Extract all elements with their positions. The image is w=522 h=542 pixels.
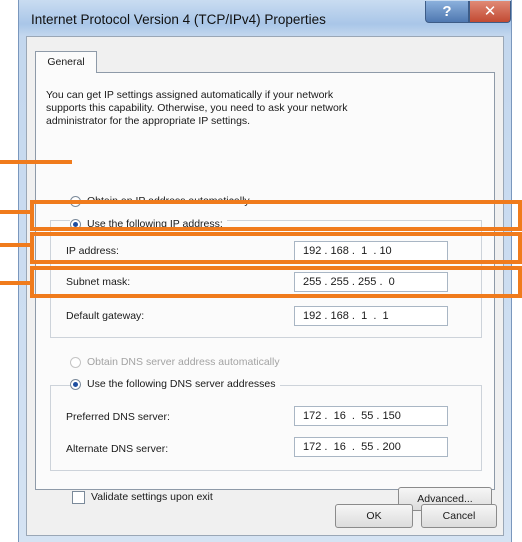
title-bar[interactable]: Internet Protocol Version 4 (TCP/IPv4) P… xyxy=(19,0,511,36)
alternate-dns-label: Alternate DNS server: xyxy=(66,443,169,455)
obtain-dns-auto-radio[interactable] xyxy=(70,356,81,368)
validate-label: Validate settings upon exit xyxy=(91,491,213,503)
ip-address-highlight xyxy=(30,200,522,231)
default-gateway-input[interactable]: 192 . 168 . 1 . 1 xyxy=(294,306,448,326)
validate-checkbox[interactable] xyxy=(72,491,85,504)
use-following-dns-label: Use the following DNS server addresses xyxy=(87,378,276,390)
window-title: Internet Protocol Version 4 (TCP/IPv4) P… xyxy=(31,12,326,27)
preferred-dns-input[interactable]: 172 . 16 . 55 . 150 xyxy=(294,406,448,426)
use-following-dns-option[interactable]: Use the following DNS server addresses xyxy=(70,378,280,390)
alternate-dns-input[interactable]: 172 . 16 . 55 . 200 xyxy=(294,437,448,457)
cancel-button[interactable]: Cancel xyxy=(421,504,497,528)
use-following-dns-radio[interactable] xyxy=(70,378,81,390)
ip-address-pointer-line xyxy=(0,210,30,214)
intro-text: You can get IP settings assigned automat… xyxy=(46,89,348,127)
tab-general[interactable]: General xyxy=(35,51,97,73)
subnet-mask-highlight xyxy=(30,232,522,264)
default-gateway-highlight xyxy=(30,266,522,298)
obtain-dns-auto-label: Obtain DNS server address automatically xyxy=(87,356,280,368)
obtain-auto-pointer-line xyxy=(0,160,72,164)
dns-server-group xyxy=(50,385,482,471)
close-button[interactable]: ✕ xyxy=(469,1,511,23)
ok-button[interactable]: OK xyxy=(335,504,413,528)
subnet-mask-pointer-line xyxy=(0,243,30,247)
default-gateway-label: Default gateway: xyxy=(66,310,145,322)
help-button[interactable]: ? xyxy=(425,1,469,23)
default-gateway-pointer-line xyxy=(0,281,30,285)
preferred-dns-label: Preferred DNS server: xyxy=(66,411,170,423)
obtain-dns-auto-option[interactable]: Obtain DNS server address automatically xyxy=(70,356,280,368)
